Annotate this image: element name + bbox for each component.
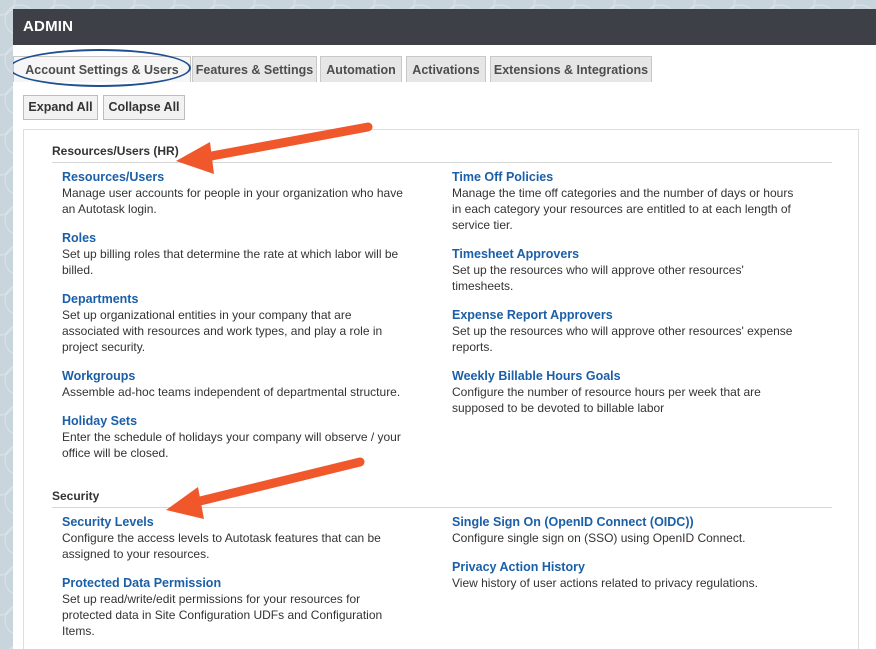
item-description: Set up the resources who will approve ot…: [452, 324, 793, 354]
item-description: Configure single sign on (SSO) using Ope…: [452, 531, 746, 545]
setting-item-workgroups: Workgroups Assemble ad-hoc teams indepen…: [62, 368, 407, 400]
page-title: ADMIN: [13, 9, 876, 45]
setting-item-weekly-billable-hours-goals: Weekly Billable Hours Goals Configure th…: [452, 368, 797, 416]
item-description: Configure the access levels to Autotask …: [62, 531, 381, 561]
link-timesheet-approvers[interactable]: Timesheet Approvers: [452, 246, 797, 262]
link-security-levels[interactable]: Security Levels: [62, 514, 407, 530]
item-description: Assemble ad-hoc teams independent of dep…: [62, 385, 401, 399]
item-description: Set up billing roles that determine the …: [62, 247, 399, 277]
section-title-resources-users: Resources/Users (HR): [52, 144, 832, 163]
setting-item-timesheet-approvers: Timesheet Approvers Set up the resources…: [452, 246, 797, 294]
setting-item-protected-data-permission: Protected Data Permission Set up read/wr…: [62, 575, 407, 639]
setting-item-privacy-action-history: Privacy Action History View history of u…: [452, 559, 797, 591]
link-resources-users[interactable]: Resources/Users: [62, 169, 407, 185]
link-privacy-action-history[interactable]: Privacy Action History: [452, 559, 797, 575]
link-protected-data-permission[interactable]: Protected Data Permission: [62, 575, 407, 591]
item-description: Set up read/write/edit permissions for y…: [62, 592, 383, 638]
setting-item-departments: Departments Set up organizational entiti…: [62, 291, 407, 355]
setting-item-expense-report-approvers: Expense Report Approvers Set up the reso…: [452, 307, 797, 355]
link-weekly-billable-hours-goals[interactable]: Weekly Billable Hours Goals: [452, 368, 797, 384]
link-workgroups[interactable]: Workgroups: [62, 368, 407, 384]
setting-item-security-levels: Security Levels Configure the access lev…: [62, 514, 407, 562]
tab-account-settings-users[interactable]: Account Settings & Users: [13, 56, 191, 82]
link-time-off-policies[interactable]: Time Off Policies: [452, 169, 797, 185]
link-departments[interactable]: Departments: [62, 291, 407, 307]
setting-item-roles: Roles Set up billing roles that determin…: [62, 230, 407, 278]
tab-automation[interactable]: Automation: [320, 56, 402, 82]
tab-bar: Account Settings & Users Features & Sett…: [13, 56, 876, 83]
item-description: Manage user accounts for people in your …: [62, 186, 403, 216]
link-expense-report-approvers[interactable]: Expense Report Approvers: [452, 307, 797, 323]
admin-panel: ADMIN Account Settings & Users Features …: [13, 9, 876, 649]
tab-activations[interactable]: Activations: [406, 56, 486, 82]
setting-item-time-off-policies: Time Off Policies Manage the time off ca…: [452, 169, 797, 233]
link-roles[interactable]: Roles: [62, 230, 407, 246]
section-title-security: Security: [52, 489, 832, 508]
item-description: Set up the resources who will approve ot…: [452, 263, 744, 293]
item-description: View history of user actions related to …: [452, 576, 758, 590]
item-description: Enter the schedule of holidays your comp…: [62, 430, 401, 460]
tab-features-settings[interactable]: Features & Settings: [192, 56, 317, 82]
settings-content: Resources/Users (HR) Resources/Users Man…: [23, 129, 859, 649]
setting-item-holiday-sets: Holiday Sets Enter the schedule of holid…: [62, 413, 407, 461]
item-description: Set up organizational entities in your c…: [62, 308, 383, 354]
collapse-all-button[interactable]: Collapse All: [103, 95, 185, 120]
item-description: Configure the number of resource hours p…: [452, 385, 761, 415]
setting-item-single-sign-on: Single Sign On (OpenID Connect (OIDC)) C…: [452, 514, 797, 546]
setting-item-resources-users: Resources/Users Manage user accounts for…: [62, 169, 407, 217]
expand-all-button[interactable]: Expand All: [23, 95, 98, 120]
link-holiday-sets[interactable]: Holiday Sets: [62, 413, 407, 429]
item-description: Manage the time off categories and the n…: [452, 186, 794, 232]
tab-extensions-integrations[interactable]: Extensions & Integrations: [490, 56, 652, 82]
link-single-sign-on[interactable]: Single Sign On (OpenID Connect (OIDC)): [452, 514, 797, 530]
